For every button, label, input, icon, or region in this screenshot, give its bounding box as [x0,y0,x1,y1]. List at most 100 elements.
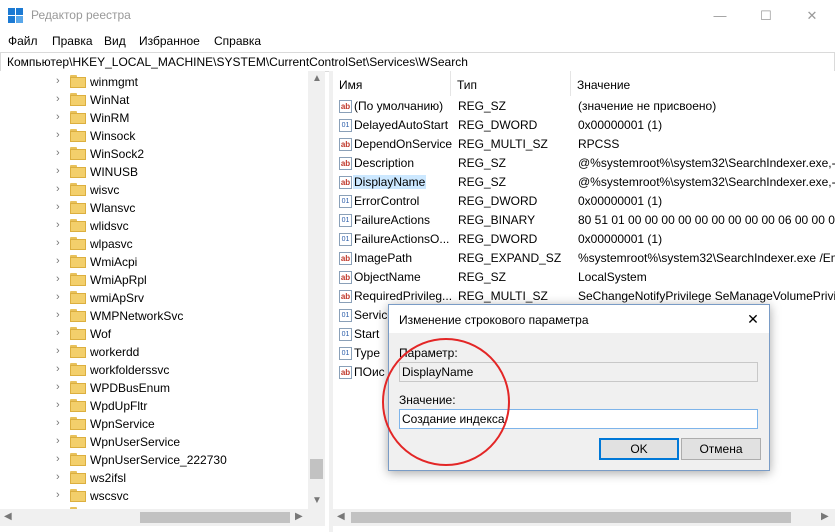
dialog-close-button[interactable]: ✕ [743,309,763,329]
folder-icon [70,201,86,214]
tree-item[interactable]: › WinRM [0,109,308,127]
tree-item-label: Winsock [90,129,136,143]
chevron-right-icon[interactable]: › [56,75,66,89]
tree-item[interactable]: › WinNat [0,91,308,109]
chevron-right-icon[interactable]: › [56,273,66,287]
tree-item[interactable]: › WpdUpFltr [0,397,308,415]
menu-view[interactable]: Вид [104,34,126,48]
tree-item[interactable]: › wlidsvc [0,217,308,235]
tree-item[interactable]: › WINUSB [0,163,308,181]
value-row[interactable]: ab (По умолчанию) REG_SZ (значение не присв… [333,97,835,116]
chevron-right-icon[interactable]: › [56,201,66,215]
value-row[interactable]: 01 ErrorControl REG_DWORD 0x00000001 (1) [333,192,835,211]
chevron-right-icon[interactable]: › [56,417,66,431]
scroll-thumb[interactable] [351,512,791,523]
chevron-right-icon[interactable]: › [56,165,66,179]
chevron-right-icon[interactable]: › [56,399,66,413]
menu-file[interactable]: Файл [8,34,38,48]
chevron-right-icon[interactable]: › [56,147,66,161]
values-horizontal-scrollbar[interactable]: ◀ ▶ [333,509,835,526]
tree-item[interactable]: › WpnUserService [0,433,308,451]
scroll-down-icon[interactable]: ▼ [312,495,322,506]
tree-item[interactable]: › winmgmt [0,73,308,91]
key-tree: › winmgmt › WinNat › WinRM › Winsock › WinSock2 › W… [0,71,325,509]
binary-value-icon: 01 [339,309,352,322]
value-name: DisplayName [353,175,427,189]
scroll-thumb[interactable] [310,459,323,479]
tree-item[interactable]: › wisvc [0,181,308,199]
tree-item[interactable]: › WmiApRpl [0,271,308,289]
value-data: (значение не присвоено) [578,99,717,113]
chevron-right-icon[interactable]: › [56,489,66,503]
tree-item[interactable]: › workfolderssvc [0,361,308,379]
value-row[interactable]: ab DisplayName REG_SZ @%systemroot%\system3… [333,173,835,192]
scroll-left-icon[interactable]: ◀ [337,511,345,522]
address-bar[interactable]: Компьютер\HKEY_LOCAL_MACHINE\SYSTEM\Curr… [0,52,835,72]
chevron-right-icon[interactable]: › [56,237,66,251]
tree-item[interactable]: › Wof [0,325,308,343]
value-row[interactable]: 01 FailureActionsO... REG_DWORD 0x00000001 … [333,230,835,249]
tree-item[interactable]: › wscsvc [0,487,308,505]
chevron-right-icon[interactable]: › [56,219,66,233]
tree-item[interactable]: › ws2ifsl [0,469,308,487]
chevron-right-icon[interactable]: › [56,255,66,269]
ok-button[interactable]: OK [599,438,679,460]
column-header-name[interactable]: Имя [333,71,451,96]
tree-item[interactable]: › Winsock [0,127,308,145]
chevron-right-icon[interactable]: › [56,363,66,377]
chevron-right-icon[interactable]: › [56,327,66,341]
tree-item-label: WmiApRpl [90,273,147,287]
tree-item[interactable]: › WpnService [0,415,308,433]
column-header-data[interactable]: Значение [571,71,835,96]
cancel-button[interactable]: Отмена [681,438,761,460]
tree-horizontal-scrollbar[interactable]: ◀ ▶ [0,509,325,526]
value-row[interactable]: 01 FailureActions REG_BINARY 80 51 01 00 00… [333,211,835,230]
maximize-button[interactable]: ☐ [743,0,789,31]
tree-item[interactable]: › workerdd [0,343,308,361]
tree-item[interactable]: › wmiApSrv [0,289,308,307]
value-row[interactable]: ab ImagePath REG_EXPAND_SZ %systemroot%\sys… [333,249,835,268]
tree-item-label: WMPNetworkSvc [90,309,184,323]
tree-vertical-scrollbar[interactable]: ▲ ▼ [308,71,325,509]
value-type: REG_MULTI_SZ [458,137,548,151]
chevron-right-icon[interactable]: › [56,453,66,467]
folder-icon [70,75,86,88]
chevron-right-icon[interactable]: › [56,471,66,485]
menu-help[interactable]: Справка [214,34,261,48]
scroll-up-icon[interactable]: ▲ [312,73,322,84]
close-button[interactable]: ✕ [789,0,835,31]
scroll-right-icon[interactable]: ▶ [821,511,829,522]
chevron-right-icon[interactable]: › [56,381,66,395]
value-row[interactable]: ab Description REG_SZ @%systemroot%\system3… [333,154,835,173]
menu-favorites[interactable]: Избранное [139,34,200,48]
scroll-right-icon[interactable]: ▶ [295,511,303,522]
chevron-right-icon[interactable]: › [56,111,66,125]
chevron-right-icon[interactable]: › [56,309,66,323]
tree-item[interactable]: › WmiAcpi [0,253,308,271]
value-data: %systemroot%\system32\SearchIndexer.exe … [578,251,835,265]
chevron-right-icon[interactable]: › [56,129,66,143]
chevron-right-icon[interactable]: › [56,345,66,359]
tree-item[interactable]: › WpnUserService_222730 [0,451,308,469]
value-row[interactable]: ab DependOnService REG_MULTI_SZ RPCSS [333,135,835,154]
value-row[interactable]: ab ObjectName REG_SZ LocalSystem [333,268,835,287]
chevron-right-icon[interactable]: › [56,435,66,449]
scroll-thumb[interactable] [140,512,290,523]
address-path[interactable]: Компьютер\HKEY_LOCAL_MACHINE\SYSTEM\Curr… [7,55,468,69]
column-header-type[interactable]: Тип [451,71,571,96]
value-data-field[interactable] [399,409,758,429]
tree-item[interactable]: › Wlansvc [0,199,308,217]
tree-item[interactable]: › wlpasvc [0,235,308,253]
chevron-right-icon[interactable]: › [56,93,66,107]
chevron-right-icon[interactable]: › [56,183,66,197]
scroll-left-icon[interactable]: ◀ [4,511,12,522]
window-title: Редактор реестра [31,8,131,22]
menu-edit[interactable]: Правка [52,34,93,48]
tree-item[interactable]: › WMPNetworkSvc [0,307,308,325]
minimize-button[interactable]: — [697,0,743,31]
tree-item[interactable]: › WPDBusEnum [0,379,308,397]
tree-item[interactable]: › WinSock2 [0,145,308,163]
value-label: Значение: [399,393,456,407]
value-row[interactable]: 01 DelayedAutoStart REG_DWORD 0x00000001 (1… [333,116,835,135]
chevron-right-icon[interactable]: › [56,291,66,305]
